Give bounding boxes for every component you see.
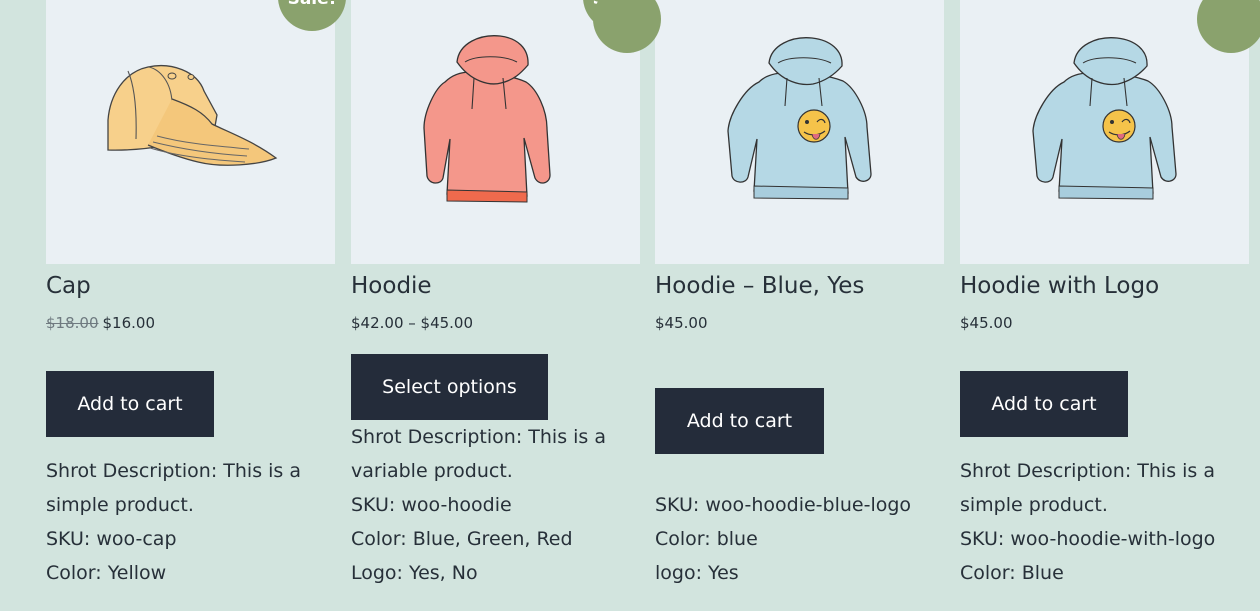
product-sku: SKU: woo-hoodie-with-logo (960, 528, 1216, 550)
product-image-hoodie-blue-yes[interactable] (655, 0, 944, 264)
sale-price: $16.00 (102, 314, 156, 332)
product-description-continued: simple product. (960, 494, 1108, 516)
product-meta: SKU: woo-hoodie-blue-logo Color: blue lo… (655, 488, 955, 590)
add-to-cart-button[interactable]: Add to cart (46, 371, 214, 437)
product-meta: Shrot Description: This is a variable pr… (351, 420, 651, 590)
product-color: Color: Blue, Green, Red (351, 528, 573, 550)
product-title[interactable]: Hoodie – Blue, Yes (655, 273, 864, 299)
product-title[interactable]: Hoodie (351, 273, 432, 299)
product-price: $18.00 $16.00 (46, 314, 155, 332)
add-to-cart-button[interactable]: Add to cart (655, 388, 824, 454)
product-description: Shrot Description: This is a (351, 426, 606, 448)
product-meta: Shrot Description: This is a simple prod… (960, 454, 1260, 590)
product-price: $42.00 – $45.00 (351, 314, 474, 332)
hoodie-image (423, 35, 551, 203)
product-meta: Shrot Description: This is a simple prod… (46, 454, 346, 590)
product-color: Color: Yellow (46, 562, 167, 584)
product-price: $45.00 (960, 314, 1013, 332)
product-title[interactable]: Hoodie with Logo (960, 273, 1159, 299)
product-logo: Logo: Yes, No (351, 562, 478, 584)
product-sku: SKU: woo-cap (46, 528, 177, 550)
product-color: Color: blue (655, 528, 758, 550)
product-price: $45.00 (655, 314, 708, 332)
add-to-cart-button[interactable]: Add to cart (960, 371, 1128, 437)
product-description: Shrot Description: This is a (960, 460, 1215, 482)
product-color: Color: Blue (960, 562, 1064, 584)
product-image-hoodie[interactable] (351, 0, 640, 264)
regular-price: $18.00 (46, 314, 99, 332)
product-logo: logo: Yes (655, 562, 739, 584)
product-sku: SKU: woo-hoodie (351, 494, 512, 516)
product-image-cap[interactable] (46, 0, 335, 264)
blue-hoodie-logo-image (727, 37, 872, 200)
product-title[interactable]: Cap (46, 273, 91, 299)
sale-badge-text: Sale! (278, 0, 346, 8)
select-options-button[interactable]: Select options (351, 354, 548, 420)
cap-image (107, 65, 278, 166)
product-description: Shrot Description: This is a (46, 460, 301, 482)
product-sku: SKU: woo-hoodie-blue-logo (655, 494, 912, 516)
product-description-continued: variable product. (351, 460, 513, 482)
product-description-continued: simple product. (46, 494, 194, 516)
